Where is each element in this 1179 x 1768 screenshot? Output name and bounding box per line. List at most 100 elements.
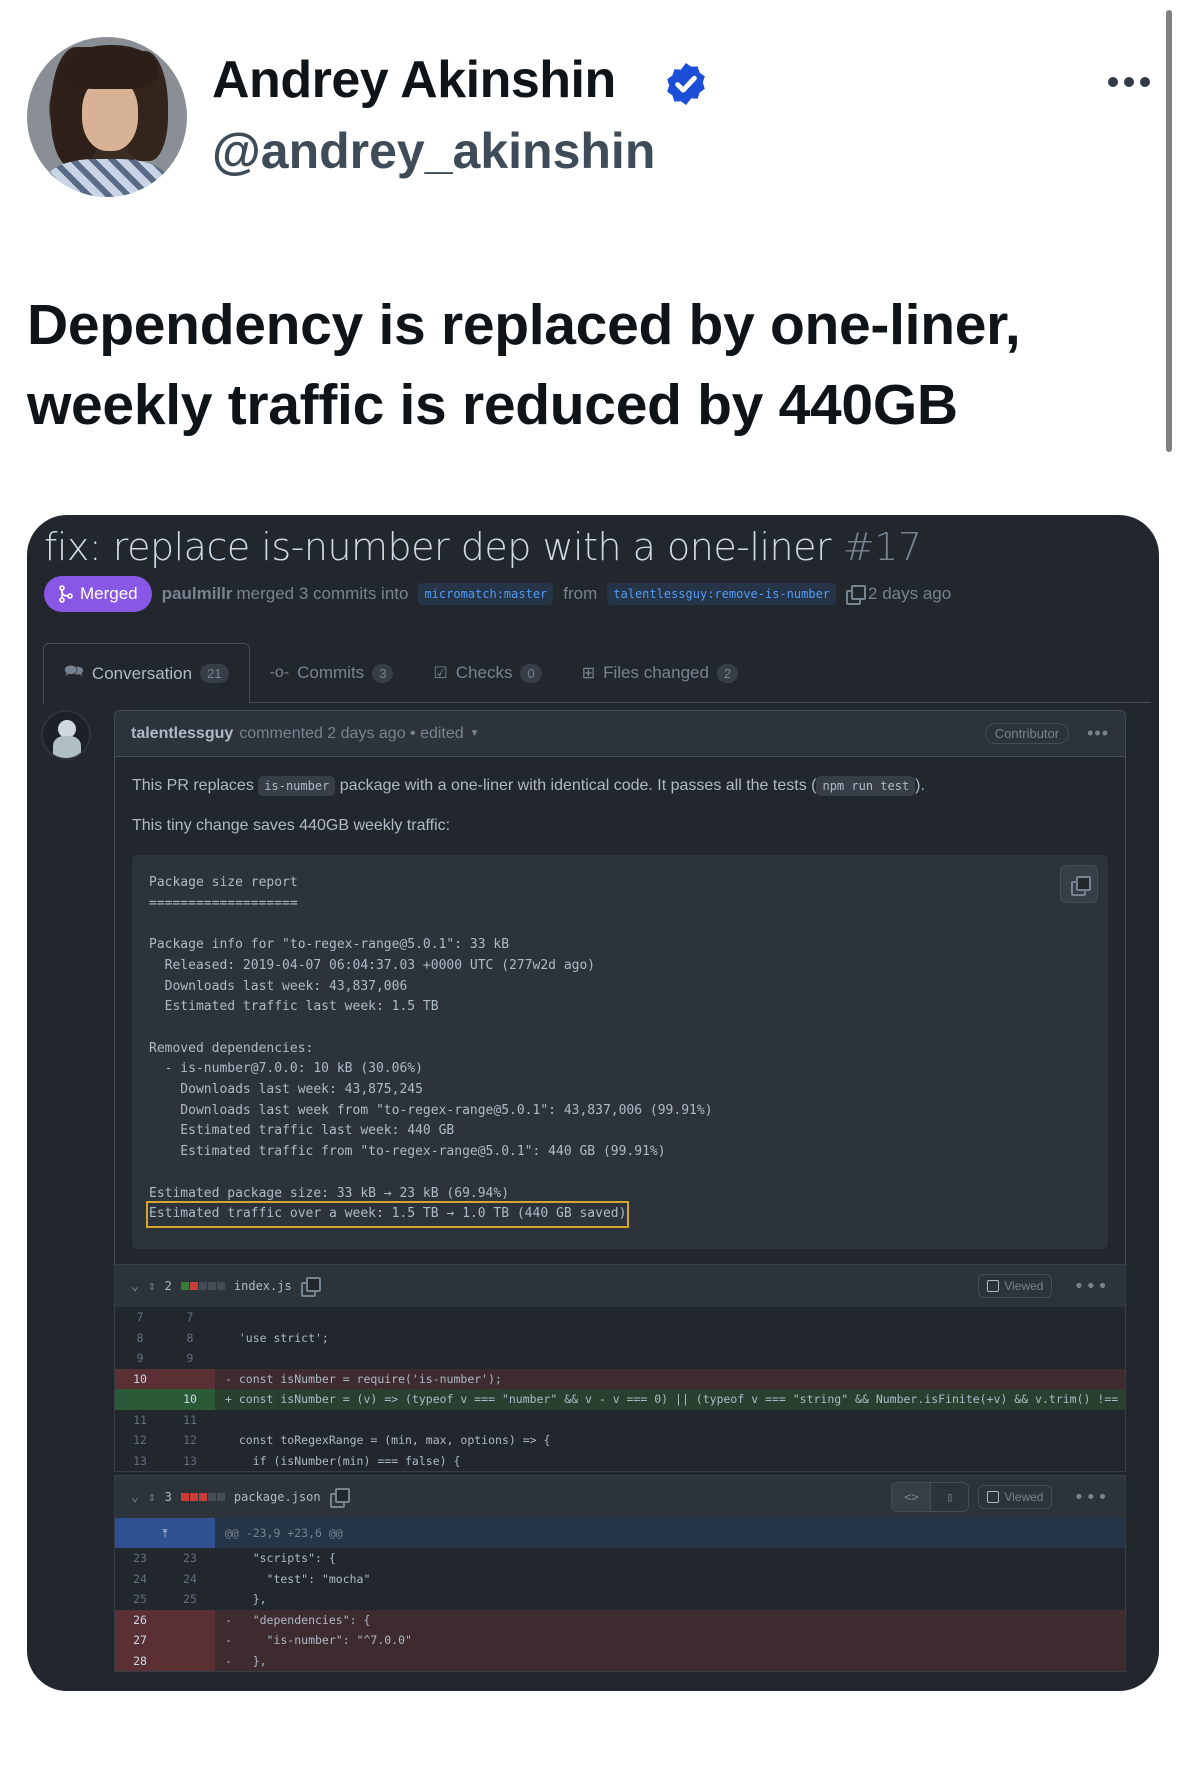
new-line-number[interactable]: 25 — [165, 1589, 215, 1610]
new-line-number[interactable] — [165, 1368, 215, 1389]
pr-comment: talentlessguy commented 2 days ago • edi… — [114, 710, 1126, 1270]
code-view-icon[interactable]: <> — [892, 1483, 931, 1511]
tweet-text: Dependency is replaced by one-liner, wee… — [27, 285, 1147, 445]
diffstat — [180, 1282, 225, 1290]
new-line-number[interactable]: 11 — [165, 1410, 215, 1431]
old-line-number[interactable]: 24 — [115, 1569, 165, 1590]
code-text: 'use strict'; — [225, 1330, 329, 1345]
old-line-number[interactable]: 7 — [115, 1307, 165, 1328]
diff-file-package-json: ⌄ ⇕ 3 package.json <> ▯ Viewed ••• ⤒ @@ -2… — [114, 1475, 1126, 1672]
new-line-number[interactable] — [165, 1609, 215, 1630]
comment-options-button[interactable]: ••• — [1087, 723, 1109, 744]
author-name[interactable]: Andrey Akinshin — [212, 50, 616, 110]
merger-link[interactable]: paulmillr — [162, 584, 233, 604]
package-size-report: Package size report =================== P… — [132, 855, 1108, 1249]
collapse-chevron-icon[interactable]: ⌄ — [131, 1490, 139, 1505]
file-options-button[interactable]: ••• — [1073, 1276, 1109, 1297]
old-line-number[interactable]: 25 — [115, 1589, 165, 1610]
old-line-number[interactable]: 8 — [115, 1328, 165, 1349]
author-avatar[interactable] — [27, 37, 187, 197]
deleted-line: 10 - const isNumber = require('is-number'… — [115, 1368, 1125, 1389]
old-line-number[interactable]: 11 — [115, 1410, 165, 1431]
new-line-number[interactable] — [165, 1630, 215, 1651]
copy-report-button[interactable] — [1060, 865, 1098, 903]
expand-up-icon[interactable]: ⤒ — [115, 1518, 215, 1548]
old-line-number[interactable]: 26 — [115, 1609, 165, 1630]
author-handle[interactable]: @andrey_akinshin — [212, 122, 655, 180]
from-text: from — [563, 584, 598, 603]
code-text: }, — [225, 1592, 267, 1606]
pr-tabs: 🗪 Conversation 21 -o- Commits 3 ☑ Checks… — [43, 643, 1151, 704]
highlighted-traffic-line: Estimated traffic over a week: 1.5 TB → … — [145, 1201, 630, 1228]
expand-icon[interactable]: ⇕ — [148, 1279, 156, 1294]
page-scrollbar[interactable] — [1166, 10, 1172, 452]
new-line-number[interactable]: 12 — [165, 1430, 215, 1451]
file-view-icon[interactable]: ▯ — [930, 1483, 969, 1511]
file-name[interactable]: package.json — [234, 1490, 321, 1504]
comment-paragraph: This tiny change saves 440GB weekly traf… — [132, 817, 451, 834]
commenter-avatar[interactable] — [41, 710, 91, 760]
new-line-number[interactable]: 13 — [165, 1451, 215, 1472]
context-line: 12 12 const toRegexRange = (min, max, opt… — [115, 1430, 1125, 1451]
copy-path-icon[interactable] — [329, 1488, 350, 1508]
merged-label: Merged — [80, 584, 138, 603]
verified-badge-icon — [667, 63, 705, 105]
new-line-number[interactable]: 8 — [165, 1328, 215, 1349]
more-options-button[interactable] — [1108, 70, 1156, 94]
file-name[interactable]: index.js — [234, 1279, 292, 1293]
ellipsis-icon — [1108, 77, 1118, 87]
deleted-line: 27 - "is-number": "^7.0.0" — [115, 1630, 1125, 1651]
tab-files-changed[interactable]: ⊞ Files changed 2 — [562, 643, 758, 703]
collapse-chevron-icon[interactable]: ⌄ — [131, 1279, 139, 1294]
old-line-number[interactable]: 13 — [115, 1451, 165, 1472]
context-line: 88 'use strict'; — [115, 1328, 1125, 1349]
old-line-number[interactable]: 10 — [115, 1368, 165, 1389]
viewed-checkbox[interactable]: Viewed — [978, 1485, 1053, 1509]
git-merge-icon — [59, 585, 73, 603]
report-line: =================== — [149, 895, 298, 911]
tab-conversation[interactable]: 🗪 Conversation 21 — [43, 643, 250, 704]
file-options-button[interactable]: ••• — [1073, 1487, 1109, 1508]
copy-path-icon[interactable] — [300, 1277, 321, 1297]
context-line: 23 23 "scripts": { — [115, 1548, 1125, 1569]
report-line — [149, 1018, 1091, 1039]
code-text: - "dependencies": { — [225, 1612, 371, 1627]
report-line: Estimated traffic last week: 440 GB — [149, 1123, 455, 1139]
file-header: ⌄ ⇕ 2 index.js Viewed ••• — [115, 1265, 1125, 1307]
old-line-number[interactable]: 27 — [115, 1630, 165, 1651]
new-line-number[interactable]: 7 — [165, 1307, 215, 1328]
tweet-text-line: weekly traffic is reduced by 440GB — [27, 373, 958, 437]
new-line-number[interactable]: 10 — [165, 1389, 215, 1410]
tab-checks[interactable]: ☑ Checks 0 — [413, 643, 561, 703]
old-line-number[interactable]: 28 — [115, 1650, 165, 1671]
tab-label: Commits — [297, 663, 365, 682]
head-branch[interactable]: talentlessguy:remove-is-number — [607, 583, 837, 605]
pr-meta: Merged paulmillr merged 3 commits into m… — [44, 575, 951, 613]
merged-status-badge: Merged — [44, 576, 152, 612]
tab-commits[interactable]: -o- Commits 3 — [250, 643, 414, 703]
viewed-checkbox[interactable]: Viewed — [978, 1274, 1053, 1298]
base-branch[interactable]: micromatch:master — [418, 583, 554, 605]
report-line — [149, 914, 1091, 935]
chevron-down-icon[interactable]: ▼ — [470, 728, 480, 739]
attached-screenshot[interactable]: fix: replace is-number dep with a one-li… — [27, 515, 1159, 1691]
comment-header: talentlessguy commented 2 days ago • edi… — [115, 711, 1125, 757]
new-line-number[interactable]: 9 — [165, 1348, 215, 1369]
ellipsis-icon — [1140, 77, 1150, 87]
copy-icon[interactable] — [846, 585, 867, 605]
report-line: Released: 2019-04-07 06:04:37.03 +0000 U… — [149, 957, 596, 973]
new-line-number[interactable] — [165, 1650, 215, 1671]
expand-icon[interactable]: ⇕ — [148, 1490, 156, 1505]
old-line-number[interactable] — [115, 1389, 165, 1410]
new-line-number[interactable]: 24 — [165, 1569, 215, 1590]
new-line-number[interactable]: 23 — [165, 1548, 215, 1569]
code-text: - "is-number": "^7.0.0" — [225, 1633, 412, 1647]
context-line: 25 25 }, — [115, 1589, 1125, 1610]
comment-author[interactable]: talentlessguy — [131, 725, 233, 743]
report-line — [149, 1163, 1091, 1184]
old-line-number[interactable]: 12 — [115, 1430, 165, 1451]
tab-label: Files changed — [603, 663, 709, 682]
old-line-number[interactable]: 23 — [115, 1548, 165, 1569]
old-line-number[interactable]: 9 — [115, 1348, 165, 1369]
